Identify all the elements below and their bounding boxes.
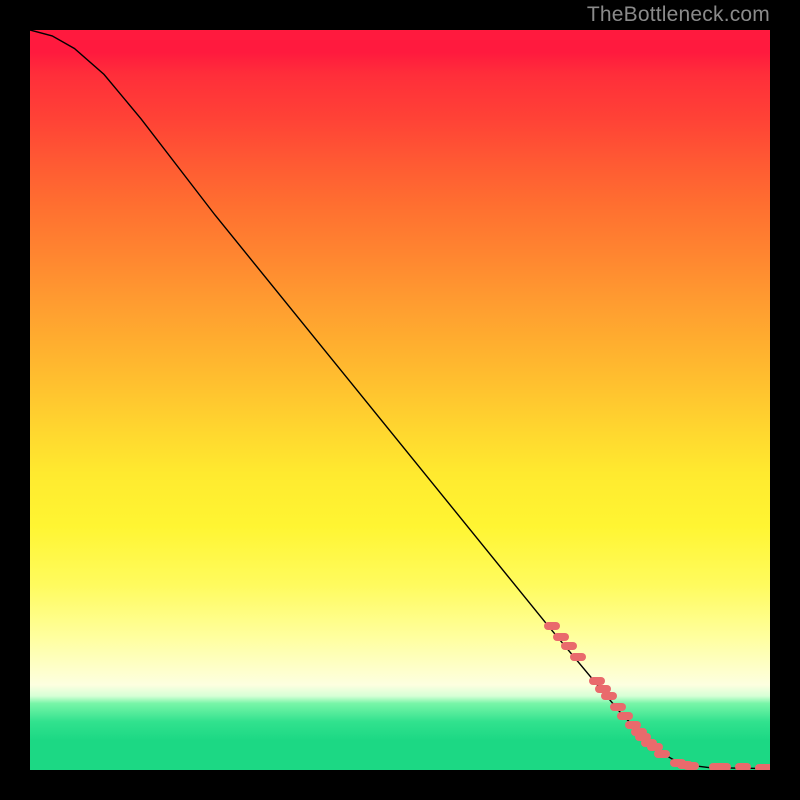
data-point [544, 622, 560, 630]
data-point [617, 712, 633, 720]
data-point [610, 703, 626, 711]
data-point [735, 763, 751, 770]
data-point [561, 642, 577, 650]
data-point [761, 764, 770, 770]
data-point [715, 763, 731, 770]
curve-svg [30, 30, 770, 770]
data-point [683, 762, 699, 770]
data-point [601, 692, 617, 700]
data-point [553, 633, 569, 641]
data-point [654, 750, 670, 758]
attribution-text: TheBottleneck.com [587, 3, 770, 27]
curve-line [30, 30, 770, 769]
chart-area [30, 30, 770, 770]
data-point [570, 653, 586, 661]
